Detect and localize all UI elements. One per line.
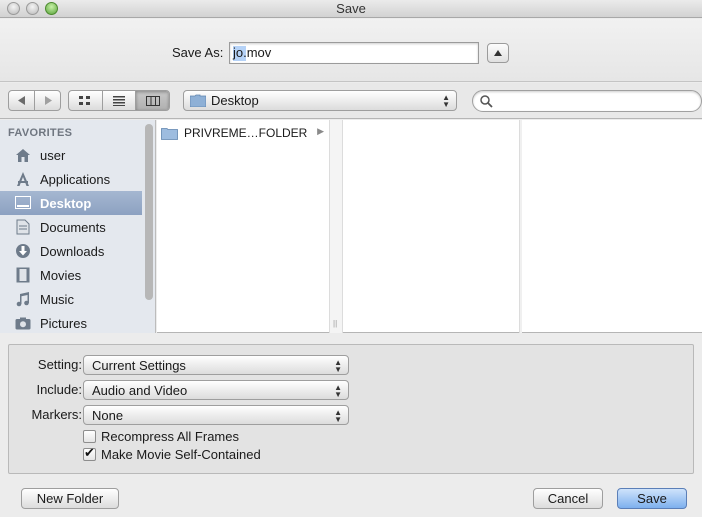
popup-arrows-icon: ▲ ▼	[334, 358, 342, 374]
self-contained-label: Make Movie Self-Contained	[101, 447, 261, 462]
folder-icon	[161, 127, 178, 140]
list-item[interactable]: PRIVREME…FOLDER ▶	[161, 123, 326, 143]
markers-label: Markers:	[31, 407, 82, 422]
column-browser: PRIVREME…FOLDER ▶ ||	[157, 120, 702, 333]
markers-value: None	[92, 407, 124, 423]
recompress-option[interactable]: Recompress All Frames	[83, 429, 239, 444]
sidebar-header: FAVORITES	[8, 127, 73, 139]
back-forward-group	[8, 90, 61, 111]
documents-icon	[14, 218, 32, 236]
view-mode-group	[68, 90, 170, 111]
new-folder-button[interactable]: New Folder	[21, 488, 119, 509]
sidebar-item-documents[interactable]: Documents	[0, 215, 142, 239]
location-popup[interactable]: Desktop ▲ ▼	[183, 90, 457, 111]
sidebar-item-movies[interactable]: Movies	[0, 263, 142, 287]
recompress-checkbox[interactable]	[83, 430, 96, 443]
export-options-panel: Setting: Current Settings ▲ ▼ Include: Au…	[8, 344, 694, 474]
sidebar-item-pictures[interactable]: Pictures	[0, 311, 142, 335]
downloads-icon	[14, 242, 32, 260]
collapse-dialog-button[interactable]	[487, 43, 509, 63]
desktop-icon	[14, 194, 32, 212]
music-icon	[14, 290, 32, 308]
setting-value: Current Settings	[92, 357, 186, 373]
self-contained-option[interactable]: Make Movie Self-Contained	[83, 445, 261, 462]
chevron-left-icon	[17, 96, 25, 105]
icon-view-icon	[79, 95, 91, 105]
folder-name: PRIVREME…FOLDER	[184, 126, 308, 140]
sidebar: FAVORITES user Applications Desktop Docu…	[0, 120, 156, 333]
save-as-filename-text: jo.mov	[233, 45, 272, 60]
icon-view-button[interactable]	[69, 91, 102, 110]
window-title: Save	[336, 1, 366, 16]
setting-popup[interactable]: Current Settings ▲ ▼	[83, 355, 349, 375]
resize-grip-icon: ||	[333, 319, 338, 328]
sidebar-item-label: Pictures	[40, 315, 87, 331]
sidebar-item-label: Movies	[40, 267, 82, 283]
column-view-button[interactable]	[135, 91, 169, 110]
list-view-icon	[113, 95, 125, 106]
sidebar-item-desktop[interactable]: Desktop	[0, 191, 142, 215]
sidebar-item-label: Music	[40, 291, 74, 307]
sidebar-item-applications[interactable]: Applications	[0, 167, 142, 191]
chevron-right-icon	[44, 96, 52, 105]
sidebar-item-label: Applications	[40, 171, 111, 187]
sidebar-item-music[interactable]: Music	[0, 287, 142, 311]
popup-arrows-icon: ▲ ▼	[334, 383, 342, 399]
disclosure-arrow-icon: ▶	[317, 126, 324, 136]
browser-column-2	[344, 120, 520, 333]
search-icon	[480, 95, 493, 108]
applications-icon	[14, 170, 32, 188]
markers-popup[interactable]: None ▲ ▼	[83, 405, 349, 425]
location-label: Desktop	[211, 93, 259, 108]
title-bar: Save	[0, 0, 702, 18]
save-button[interactable]: Save	[617, 488, 687, 509]
cancel-button[interactable]: Cancel	[533, 488, 603, 509]
popup-arrows-icon: ▲ ▼	[442, 93, 450, 109]
browser-column-1: PRIVREME…FOLDER ▶	[157, 120, 330, 333]
popup-arrows-icon: ▲ ▼	[334, 408, 342, 424]
folder-icon	[190, 94, 206, 107]
back-button[interactable]	[9, 91, 34, 110]
search-field[interactable]	[472, 90, 702, 112]
sidebar-item-user[interactable]: user	[0, 143, 142, 167]
home-icon	[14, 146, 32, 164]
self-contained-checkbox[interactable]	[83, 445, 96, 461]
sidebar-item-downloads[interactable]: Downloads	[0, 239, 142, 263]
setting-label: Setting:	[37, 357, 82, 372]
forward-button[interactable]	[34, 91, 60, 110]
pictures-icon	[14, 314, 32, 332]
list-view-button[interactable]	[101, 91, 136, 110]
sidebar-item-label: Downloads	[40, 243, 105, 259]
column-resize-handle[interactable]: ||	[330, 120, 343, 333]
sidebar-item-label: user	[40, 147, 66, 163]
include-value: Audio and Video	[92, 382, 188, 398]
column-view-icon	[145, 95, 160, 106]
sidebar-item-label: Desktop	[40, 195, 92, 211]
sidebar-scrollbar[interactable]	[145, 124, 153, 300]
include-popup[interactable]: Audio and Video ▲ ▼	[83, 380, 349, 400]
save-as-label: Save As:	[172, 45, 224, 60]
save-as-area: Save As: jo.mov	[0, 19, 702, 82]
column-divider	[520, 120, 522, 333]
include-label: Include:	[36, 382, 82, 397]
browser-toolbar: Desktop ▲ ▼	[0, 83, 702, 119]
sidebar-item-label: Documents	[40, 219, 106, 235]
movies-icon	[14, 266, 32, 284]
recompress-label: Recompress All Frames	[101, 429, 239, 444]
